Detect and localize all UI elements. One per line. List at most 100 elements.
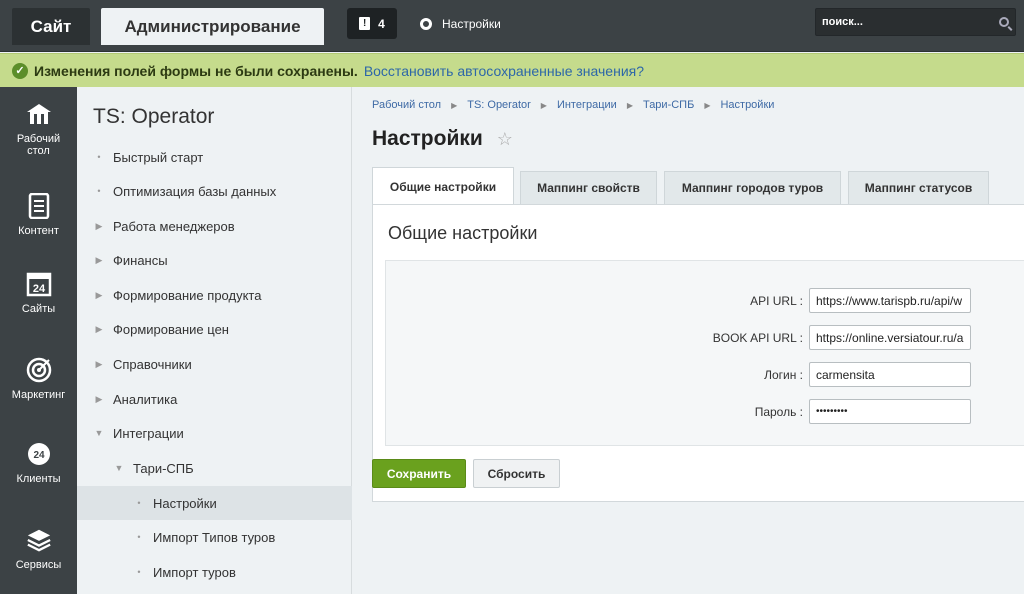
settings-panel: Общие настройки API URL : BOOK API URL :… — [372, 204, 1024, 502]
document-icon — [26, 193, 52, 219]
menu-item-managers[interactable]: ▶ Работа менеджеров — [77, 209, 352, 243]
expand-arrow-icon: ▶ — [95, 254, 103, 265]
menu-item-references[interactable]: ▶ Справочники — [77, 347, 352, 381]
expand-arrow-icon: ▶ — [95, 358, 103, 369]
menu-item-label: Формирование цен — [113, 321, 229, 337]
home-icon — [26, 101, 52, 127]
breadcrumb-item[interactable]: Настройки — [720, 99, 774, 111]
menu-item-import-tour-types[interactable]: • Импорт Типов туров — [77, 520, 352, 554]
chevron-right-icon: ▶ — [540, 100, 547, 110]
check-icon: ✓ — [12, 62, 28, 79]
collapse-arrow-icon: ▼ — [114, 463, 124, 473]
menu-item-label: Интеграции — [113, 425, 184, 441]
breadcrumb-item[interactable]: TS: Operator — [467, 99, 531, 111]
field-login: Логин : — [386, 362, 1024, 388]
field-api-url: API URL : — [386, 288, 1024, 314]
breadcrumb: Рабочий стол ▶ TS: Operator ▶ Интеграции… — [372, 99, 774, 111]
field-label: API URL : — [750, 294, 803, 308]
menu-item-tari-spb[interactable]: ▼ Тари-СПБ — [77, 451, 352, 485]
page-title-row: Настройки ☆ — [372, 127, 513, 151]
search-placeholder: поиск... — [822, 16, 863, 28]
main-content: Рабочий стол ▶ TS: Operator ▶ Интеграции… — [352, 87, 1024, 594]
nav-content[interactable]: Контент — [0, 193, 77, 237]
menu-item-label: Аналитика — [113, 391, 178, 407]
section-menu: TS: Operator • Быстрый старт • Оптимизация… — [77, 87, 352, 594]
tab-properties-mapping[interactable]: Маппинг свойств — [520, 171, 657, 204]
breadcrumb-item[interactable]: Рабочий стол — [372, 99, 441, 111]
nav-services[interactable]: Сервисы — [0, 527, 77, 571]
panel-title: Общие настройки — [388, 223, 538, 243]
settings-link[interactable]: Настройки — [420, 8, 501, 39]
menu-item-label: Тари-СПБ — [133, 460, 194, 476]
search-icon[interactable] — [999, 17, 1009, 27]
password-input[interactable] — [809, 399, 971, 424]
bullet-icon: • — [97, 186, 101, 196]
menu-item-label: Формирование продукта — [113, 287, 262, 303]
nav-desktop[interactable]: Рабочий стол — [0, 101, 77, 157]
chevron-right-icon: ▶ — [451, 100, 458, 110]
star-icon[interactable]: ☆ — [497, 129, 513, 150]
bullet-icon: • — [137, 567, 141, 577]
menu-item-label: Справочники — [113, 356, 192, 372]
save-button[interactable]: Сохранить — [372, 459, 466, 488]
admin-tab[interactable]: Администрирование — [101, 8, 324, 45]
menu-item-quick-start[interactable]: • Быстрый старт — [77, 140, 352, 174]
menu-item-settings[interactable]: • Настройки — [77, 486, 352, 520]
tab-statuses-mapping[interactable]: Маппинг статусов — [848, 171, 989, 204]
breadcrumb-item[interactable]: Тари-СПБ — [643, 99, 694, 111]
notification-icon: ! — [359, 17, 371, 30]
notifications-count: 4 — [378, 16, 385, 31]
menu-item-integrations[interactable]: ▼ Интеграции — [77, 416, 352, 450]
site-tab[interactable]: Сайт — [12, 8, 90, 45]
notifications-button[interactable]: ! 4 — [347, 8, 397, 39]
nav-sites[interactable]: 24 Сайты — [0, 271, 77, 315]
nav-marketing-label: Маркетинг — [11, 389, 66, 401]
menu-item-finance[interactable]: ▶ Финансы — [77, 243, 352, 277]
notice-message: Изменения полей формы не были сохранены. — [34, 62, 358, 79]
settings-label: Настройки — [442, 16, 501, 31]
nav-sites-label: Сайты — [21, 303, 56, 315]
login-input[interactable] — [809, 362, 971, 387]
restore-autosave-link[interactable]: Восстановить автосохраненные значения? — [364, 63, 644, 79]
tab-cities-mapping[interactable]: Маппинг городов туров — [664, 171, 841, 204]
field-label: Логин : — [764, 368, 803, 382]
menu-item-pricing[interactable]: ▶ Формирование цен — [77, 312, 352, 346]
menu-item-label: Импорт туров — [153, 564, 236, 580]
nav-clients-label: Клиенты — [16, 473, 61, 485]
api-url-input[interactable] — [809, 288, 971, 313]
svg-text:24: 24 — [33, 450, 45, 461]
menu-item-db-optimization[interactable]: • Оптимизация базы данных — [77, 174, 352, 208]
page-title: Настройки — [372, 127, 483, 150]
reset-button[interactable]: Сбросить — [473, 459, 560, 488]
left-nav: Рабочий стол Контент 24 Сайты Маркетинг … — [0, 87, 77, 594]
target-icon — [26, 357, 52, 383]
menu-title: TS: Operator — [93, 105, 215, 128]
search-input[interactable]: поиск... — [815, 8, 1016, 36]
menu-item-import-tours[interactable]: • Импорт туров — [77, 555, 352, 589]
gear-icon — [420, 17, 432, 30]
calendar-24-icon: 24 — [26, 271, 52, 297]
menu-item-label: Работа менеджеров — [113, 218, 235, 234]
expand-arrow-icon: ▶ — [95, 220, 103, 231]
unsaved-notice: ✓ Изменения полей формы не были сохранен… — [0, 53, 1024, 87]
settings-form: API URL : BOOK API URL : Логин : Пароль … — [385, 260, 1024, 446]
expand-arrow-icon: ▶ — [95, 289, 103, 300]
layers-icon — [26, 527, 52, 553]
menu-item-analytics[interactable]: ▶ Аналитика — [77, 382, 352, 416]
menu-item-label: Настройки — [153, 495, 217, 511]
nav-clients[interactable]: 24 Клиенты — [0, 441, 77, 485]
clients-24-icon: 24 — [26, 441, 52, 467]
nav-marketing[interactable]: Маркетинг — [0, 357, 77, 401]
nav-content-label: Контент — [18, 225, 59, 237]
menu-item-label: Быстрый старт — [113, 149, 204, 165]
chevron-right-icon: ▶ — [626, 100, 633, 110]
top-bar: Сайт Администрирование ! 4 Настройки пои… — [0, 0, 1024, 52]
breadcrumb-item[interactable]: Интеграции — [557, 99, 617, 111]
book-api-url-input[interactable] — [809, 325, 971, 350]
bullet-icon: • — [137, 498, 141, 508]
expand-arrow-icon: ▶ — [95, 323, 103, 334]
tab-general-settings[interactable]: Общие настройки — [372, 167, 514, 205]
field-book-api-url: BOOK API URL : — [386, 325, 1024, 351]
menu-item-product[interactable]: ▶ Формирование продукта — [77, 278, 352, 312]
menu-item-label: Импорт Типов туров — [153, 529, 276, 545]
